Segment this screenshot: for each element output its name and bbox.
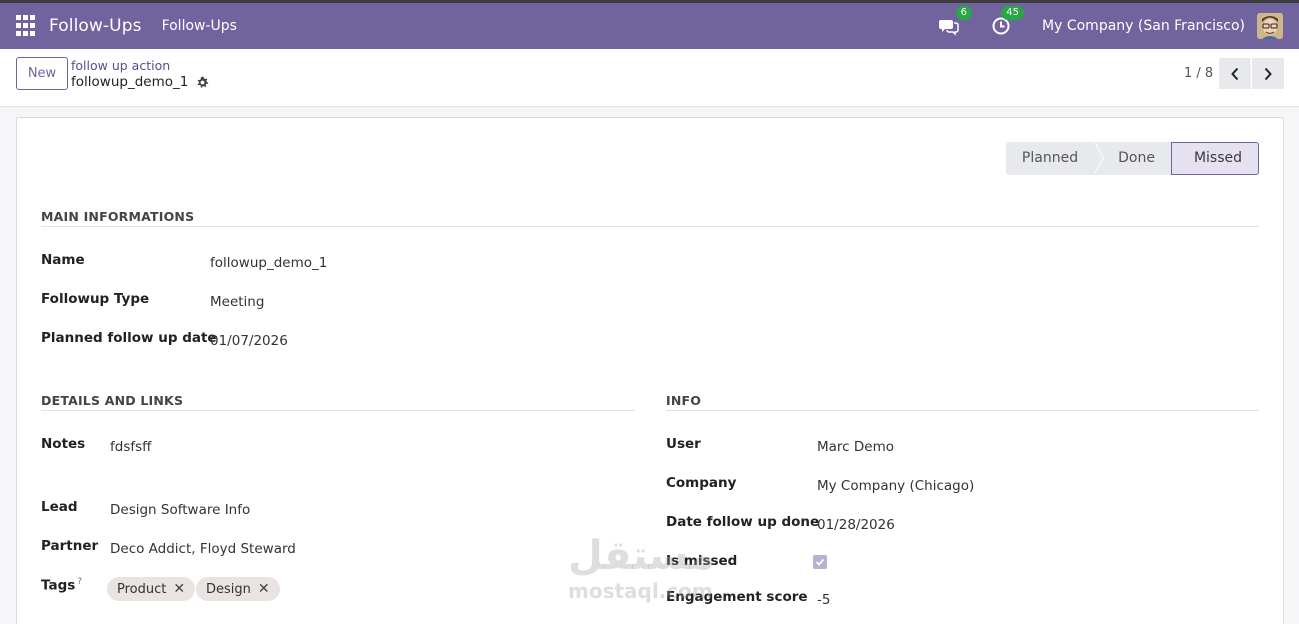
gear-icon[interactable] [196,76,209,89]
watermark-latin: mostaql.com [568,579,713,603]
section-divider [41,226,1259,227]
tags-label-text: Tags [41,577,76,594]
chevron-left-icon [1230,67,1238,80]
stage-planned[interactable]: Planned [1005,142,1105,175]
company-switcher[interactable]: My Company (San Francisco) [1042,18,1245,34]
partner-label: Partner [41,538,99,554]
avatar-face-icon [1257,13,1283,39]
notes-field[interactable]: fdsfsff [110,439,151,455]
app-menu-icon[interactable] [16,15,38,37]
notes-label: Notes [41,436,86,452]
menu-item-follow-ups[interactable]: Follow-Ups [162,18,237,34]
breadcrumb-parent[interactable]: follow up action [71,58,170,73]
stage-done-label: Done [1118,150,1155,166]
pager-next-button[interactable] [1252,58,1284,89]
engagement-score-field[interactable]: -5 [817,592,830,608]
pager-value[interactable]: 1 / 8 [1184,66,1213,81]
company-field[interactable]: My Company (Chicago) [817,478,974,494]
user-field[interactable]: Marc Demo [817,439,894,455]
company-label: Company [666,475,737,491]
chat-icon [939,20,959,36]
followup-type-label: Followup Type [41,291,150,307]
messages-badge: 6 [955,6,973,20]
status-bar: Planned Done Missed [1005,142,1259,175]
section-title-details: DETAILS AND LINKS [41,393,184,408]
tag-design[interactable]: Design ✕ [196,577,280,601]
chevron-right-icon [1264,67,1272,80]
done-date-label: Date follow up done [666,514,820,530]
remove-tag-icon[interactable]: ✕ [258,581,270,597]
new-button[interactable]: New [16,57,68,90]
user-label: User [666,436,701,452]
tag-label: Design [206,581,251,597]
name-label: Name [41,252,85,268]
messages-button[interactable]: 6 [938,6,973,37]
section-title-main: MAIN INFORMATIONS [41,209,195,224]
remove-tag-icon[interactable]: ✕ [173,581,185,597]
activities-button[interactable]: 45 [990,6,1025,37]
tag-product[interactable]: Product ✕ [107,577,196,601]
breadcrumb-current-label: followup_demo_1 [71,74,189,90]
is-missed-checkbox[interactable] [813,555,827,569]
tags-help-icon[interactable]: ? [77,577,82,587]
activities-badge: 45 [1001,6,1025,20]
partner-field[interactable]: Deco Addict, Floyd Steward [110,541,296,557]
pager-previous-button[interactable] [1219,58,1251,89]
followup-type-field[interactable]: Meeting [210,294,264,310]
planned-date-field[interactable]: 01/07/2026 [210,333,288,349]
section-title-info: INFO [666,393,702,408]
tag-label: Product [117,581,167,597]
checkmark-icon [815,558,825,566]
section-divider [666,410,1259,411]
stage-done[interactable]: Done [1094,142,1171,175]
app-title[interactable]: Follow-Ups [49,16,142,36]
tags-label: Tags? [41,577,82,594]
done-date-field[interactable]: 01/28/2026 [817,517,895,533]
watermark-arabic: مستقل [568,533,715,579]
top-navbar: Follow-Ups Follow-Ups 6 45 My Company (S… [0,0,1299,49]
control-panel: New follow up action followup_demo_1 1 /… [0,49,1299,107]
user-avatar[interactable] [1257,13,1283,39]
lead-label: Lead [41,499,78,515]
stage-missed-label: Missed [1193,150,1242,166]
section-divider [41,410,635,411]
lead-field[interactable]: Design Software Info [110,502,250,518]
breadcrumb-current: followup_demo_1 [71,74,209,90]
stage-planned-label: Planned [1021,150,1079,166]
planned-date-label: Planned follow up date [41,330,217,346]
name-field[interactable]: followup_demo_1 [210,255,327,271]
watermark: مستقل mostaql.com [568,534,714,602]
stage-missed[interactable]: Missed [1170,142,1259,175]
